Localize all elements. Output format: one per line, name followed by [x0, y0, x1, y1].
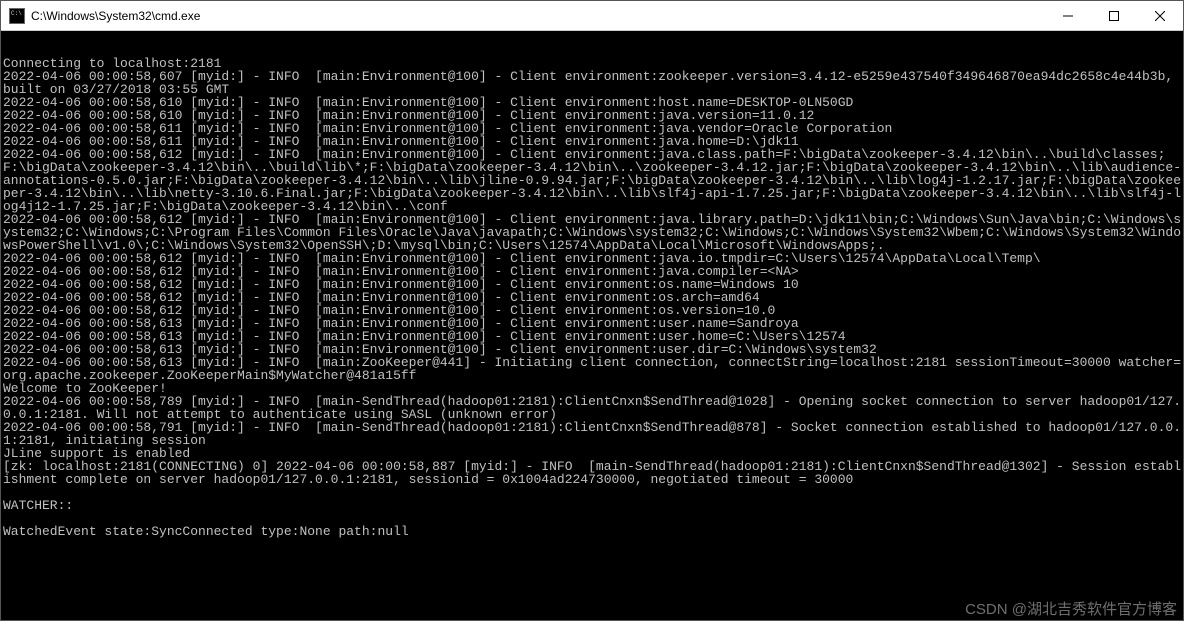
maximize-button[interactable]	[1091, 1, 1137, 30]
maximize-icon	[1109, 11, 1119, 21]
minimize-icon	[1063, 11, 1073, 21]
cmd-window: C:\Windows\System32\cmd.exe Connecting t…	[0, 0, 1184, 621]
terminal-line: WATCHER::	[3, 499, 1181, 512]
terminal-line: 2022-04-06 00:00:58,607 [myid:] - INFO […	[3, 70, 1181, 96]
cmd-icon	[9, 8, 25, 24]
close-icon	[1155, 11, 1165, 21]
close-button[interactable]	[1137, 1, 1183, 30]
terminal-line	[3, 486, 1181, 499]
terminal-line: 2022-04-06 00:00:58,613 [myid:] - INFO […	[3, 356, 1181, 382]
terminal-line: WatchedEvent state:SyncConnected type:No…	[3, 525, 1181, 538]
window-title: C:\Windows\System32\cmd.exe	[31, 9, 1045, 23]
minimize-button[interactable]	[1045, 1, 1091, 30]
terminal-line: [zk: localhost:2181(CONNECTING) 0] 2022-…	[3, 460, 1181, 486]
titlebar[interactable]: C:\Windows\System32\cmd.exe	[1, 1, 1183, 31]
window-controls	[1045, 1, 1183, 30]
terminal-line: 2022-04-06 00:00:58,612 [myid:] - INFO […	[3, 213, 1181, 252]
terminal-line: 2022-04-06 00:00:58,791 [myid:] - INFO […	[3, 421, 1181, 447]
terminal-line: 2022-04-06 00:00:58,789 [myid:] - INFO […	[3, 395, 1181, 421]
csdn-watermark: CSDN @湖北吉秀软件官方博客	[965, 603, 1177, 616]
terminal-output[interactable]: Connecting to localhost:21812022-04-06 0…	[1, 31, 1183, 620]
terminal-line: 2022-04-06 00:00:58,612 [myid:] - INFO […	[3, 148, 1181, 213]
